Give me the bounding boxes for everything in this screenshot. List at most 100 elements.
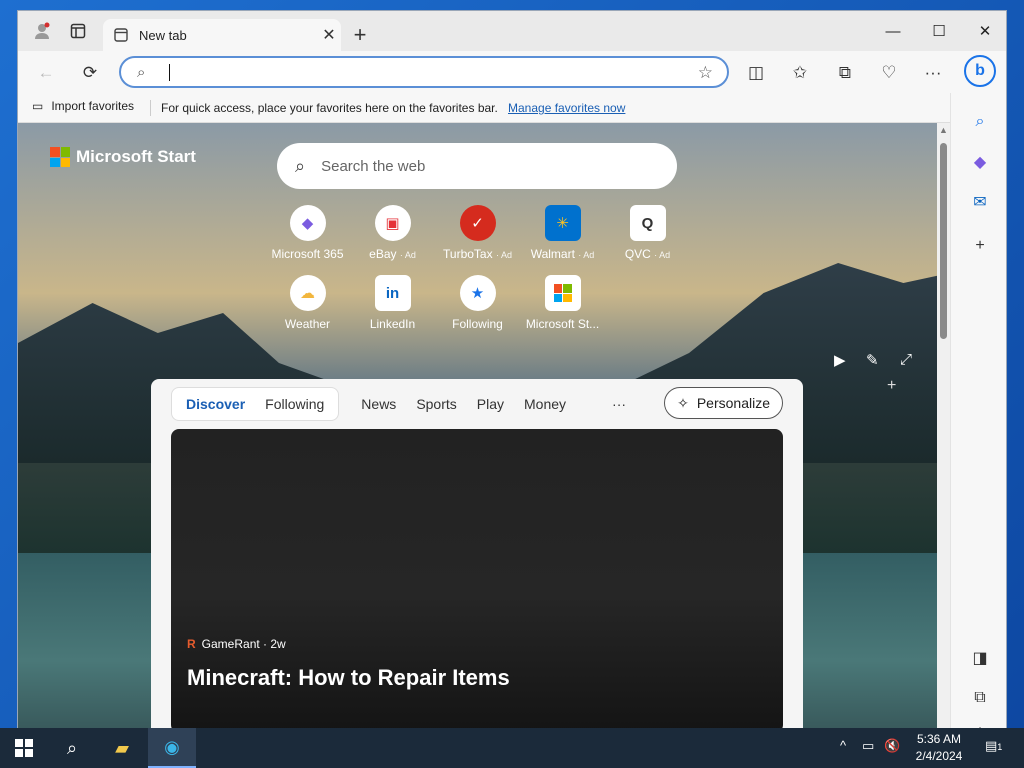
add-sidebar-app-icon[interactable]: +: [967, 233, 993, 259]
quick-link-qvc[interactable]: Q QVC · Ad: [605, 205, 690, 261]
edit-background-icon[interactable]: ✎: [866, 351, 879, 369]
play-icon[interactable]: ▶: [834, 351, 846, 369]
quick-link-label: eBay: [369, 247, 397, 261]
outlook-icon[interactable]: ✉: [967, 189, 993, 215]
back-button[interactable]: ←: [32, 59, 60, 87]
microsoft365-icon[interactable]: ◆: [967, 149, 993, 175]
system-clock[interactable]: 5:36 AM 2/4/2024: [904, 731, 974, 765]
tab-new-tab[interactable]: New tab ✕: [103, 19, 341, 51]
tab-discover[interactable]: Discover: [176, 387, 255, 421]
close-tab-icon[interactable]: ✕: [317, 23, 341, 47]
taskbar: ⌕ ▰ ◉ ^ ▭ 🔇 5:36 AM 2/4/2024 ▤1: [0, 728, 1024, 768]
favorites-bar: ▭ Import favorites For quick access, pla…: [18, 93, 950, 123]
workspaces-icon[interactable]: [66, 19, 90, 43]
title-bar: New tab ✕ + ― ☐ ✕: [18, 11, 1006, 51]
add-quick-link-icon[interactable]: +: [887, 377, 896, 395]
windows-icon: [15, 739, 33, 757]
tab-sports[interactable]: Sports: [406, 387, 466, 421]
microsoft365-icon: ◆: [289, 205, 326, 241]
import-icon: ▭: [32, 99, 44, 113]
ad-badge: · Ad: [399, 250, 416, 260]
feed-tab-group: Discover Following: [171, 387, 340, 421]
quick-link-linkedin[interactable]: in LinkedIn: [350, 275, 435, 331]
settings-more-icon[interactable]: ···: [919, 59, 947, 87]
tab-news[interactable]: News: [351, 387, 406, 421]
taskbar-search-icon[interactable]: ⌕: [48, 728, 96, 768]
tab-following[interactable]: Following: [255, 387, 334, 421]
text-caret: [169, 64, 170, 81]
browser-window: New tab ✕ + ― ☐ ✕ ← ⟳ ⌕ ☆ ◫ ✩ ⧉ ♡ ··· b …: [17, 10, 1007, 730]
show-hidden-icons[interactable]: ^: [840, 738, 846, 753]
turbotax-icon: ✓: [459, 205, 496, 241]
address-bar[interactable]: ⌕ ☆: [119, 56, 729, 88]
search-icon[interactable]: ⌕: [967, 109, 993, 135]
edge-sidebar: ⌕ ◆ ✉ + ◨ ⧉ ⚙: [950, 93, 1006, 729]
card-source: R GameRant · 2w: [187, 637, 286, 651]
scroll-up-icon[interactable]: ▲: [939, 125, 948, 135]
network-icon[interactable]: ▭: [862, 738, 874, 754]
quick-link-microsoft-store[interactable]: Microsoft St...: [520, 275, 605, 331]
vertical-scrollbar[interactable]: ▲: [937, 123, 950, 729]
open-external-icon[interactable]: ⧉: [967, 685, 993, 711]
clock-time: 5:36 AM: [916, 732, 962, 746]
new-tab-page: Microsoft Start ⌕ Search the web ◆ Micro…: [18, 123, 950, 729]
brand-label: Microsoft Start: [76, 147, 196, 166]
ebay-icon: ▣: [374, 205, 411, 241]
new-tab-button[interactable]: +: [348, 23, 372, 47]
quick-link-ebay[interactable]: ▣ eBay · Ad: [350, 205, 435, 261]
ad-badge: · Ad: [495, 250, 512, 260]
quick-link-turbotax[interactable]: ✓ TurboTax · Ad: [435, 205, 520, 261]
quick-link-microsoft-365[interactable]: ◆ Microsoft 365: [265, 205, 350, 261]
expand-icon[interactable]: ⤢: [900, 351, 912, 368]
search-icon: ⌕: [137, 64, 146, 81]
quick-link-label: Microsoft St...: [525, 317, 600, 331]
add-favorite-icon[interactable]: ☆: [698, 63, 713, 83]
manage-favorites-link[interactable]: Manage favorites now: [508, 101, 625, 115]
maximize-button[interactable]: ☐: [916, 11, 962, 51]
quick-link-weather[interactable]: ☁ Weather: [265, 275, 350, 331]
card-headline[interactable]: Minecraft: How to Repair Items: [187, 665, 510, 691]
start-button[interactable]: [0, 728, 48, 768]
more-tabs-button[interactable]: ···: [612, 396, 626, 412]
divider: [150, 100, 151, 116]
quick-link-walmart[interactable]: ✳ Walmart · Ad: [520, 205, 605, 261]
refresh-button[interactable]: ⟳: [76, 59, 104, 87]
toolbar: ← ⟳ ⌕ ☆ ◫ ✩ ⧉ ♡ ··· b: [18, 51, 1006, 93]
search-icon: ⌕: [295, 155, 306, 176]
profile-icon[interactable]: [30, 19, 54, 43]
copilot-icon[interactable]: b: [964, 55, 996, 87]
file-explorer-icon[interactable]: ▰: [98, 728, 146, 768]
tab-money[interactable]: Money: [514, 387, 576, 421]
quick-link-label: Microsoft 365: [271, 247, 344, 261]
minimize-button[interactable]: ―: [870, 11, 916, 51]
close-window-button[interactable]: ✕: [962, 11, 1006, 51]
edge-taskbar-icon[interactable]: ◉: [148, 728, 196, 768]
microsoft-start-logo[interactable]: Microsoft Start: [50, 147, 196, 167]
microsoft-logo-icon: [50, 147, 70, 167]
favorites-bar-message: For quick access, place your favorites h…: [161, 101, 498, 115]
quick-link-following[interactable]: ★ Following: [435, 275, 520, 331]
ad-badge: · Ad: [654, 250, 671, 260]
ad-badge: · Ad: [578, 250, 595, 260]
favorites-icon[interactable]: ✩: [786, 59, 814, 87]
import-favorites-button[interactable]: ▭ Import favorites: [32, 99, 134, 113]
scroll-thumb[interactable]: [940, 143, 947, 339]
hide-sidebar-icon[interactable]: ◨: [967, 645, 993, 671]
tab-play[interactable]: Play: [467, 387, 514, 421]
news-card[interactable]: R GameRant · 2w Minecraft: How to Repair…: [171, 429, 783, 729]
browser-essentials-icon[interactable]: ♡: [875, 59, 903, 87]
following-icon: ★: [459, 275, 496, 311]
web-search-box[interactable]: ⌕ Search the web: [277, 143, 677, 189]
new-tab-icon: [113, 27, 129, 43]
import-favorites-label: Import favorites: [51, 99, 135, 113]
personalize-button[interactable]: ✧ Personalize: [664, 387, 783, 419]
gamerant-icon: R: [187, 637, 196, 651]
collections-icon[interactable]: ⧉: [831, 59, 859, 87]
volume-muted-icon[interactable]: 🔇: [884, 738, 900, 754]
linkedin-icon: in: [374, 275, 411, 311]
split-screen-icon[interactable]: ◫: [742, 59, 770, 87]
personalize-icon: ✧: [677, 394, 689, 411]
tab-title: New tab: [139, 27, 187, 43]
search-placeholder: Search the web: [321, 157, 426, 175]
notifications-icon[interactable]: ▤1: [985, 738, 1002, 754]
